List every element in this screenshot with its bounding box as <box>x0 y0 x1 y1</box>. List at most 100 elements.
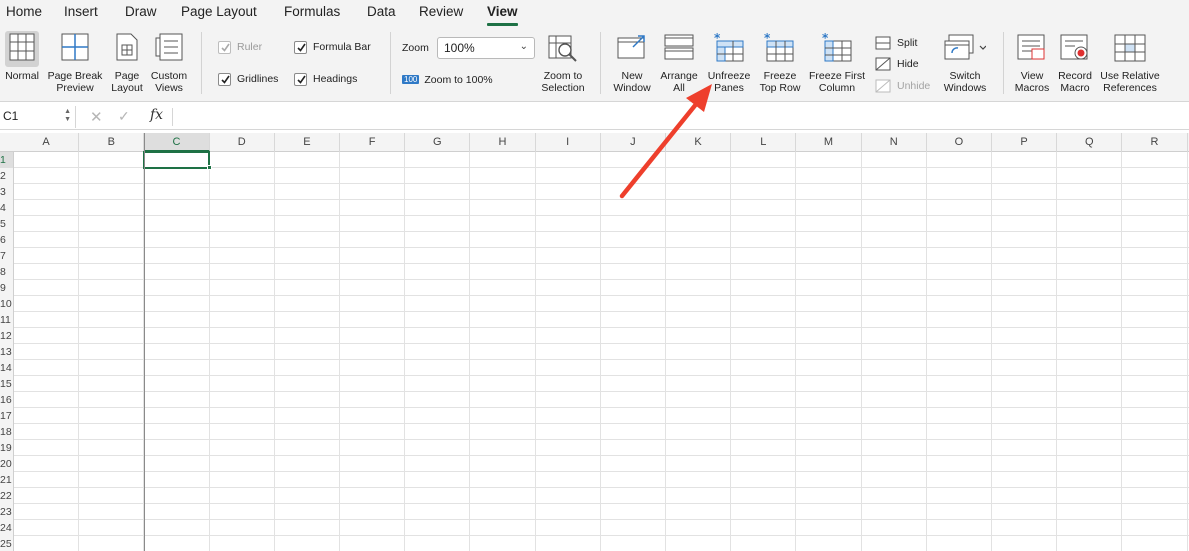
row-header-22[interactable]: 22 <box>0 488 14 504</box>
zoom-select[interactable]: 100% ⌄ <box>437 37 535 59</box>
normal-view-button[interactable]: Normal <box>2 26 42 98</box>
column-header-e[interactable]: E <box>275 133 340 152</box>
column-header-g[interactable]: G <box>405 133 471 152</box>
spreadsheet-grid[interactable]: ABCDEFGHIJKLMNOPQR 1 2 3 4 5 6 7 8 9 10 11 12 13 14 15… <box>0 133 1189 551</box>
ruler-checkbox[interactable]: Ruler <box>218 41 288 55</box>
row-header-13[interactable]: 13 <box>0 344 14 360</box>
column-header-p[interactable]: P <box>992 133 1058 152</box>
row-header-2[interactable]: 2 <box>0 168 14 184</box>
gridline <box>795 152 797 551</box>
custom-views-icon <box>155 33 183 61</box>
zoom-to-100-button[interactable]: 100 Zoom to 100% <box>402 74 493 86</box>
new-window-button[interactable]: New Window <box>608 26 656 98</box>
use-relative-references-button[interactable]: Use Relative References <box>1097 26 1163 98</box>
row-header-11[interactable]: 11 <box>0 312 14 328</box>
row-header-15[interactable]: 15 <box>0 376 14 392</box>
name-box-stepper-icon[interactable]: ▲ ▼ <box>64 108 71 124</box>
normal-label: Normal <box>5 70 39 82</box>
row-header-18[interactable]: 18 <box>0 424 14 440</box>
unhide-button[interactable]: Unhide <box>875 79 935 95</box>
row-header-8[interactable]: 8 <box>0 264 14 280</box>
tab-data[interactable]: Data <box>367 4 396 19</box>
row-header-6[interactable]: 6 <box>0 232 14 248</box>
gridline <box>1056 152 1058 551</box>
column-header-a[interactable]: A <box>14 133 80 152</box>
hide-label: Hide <box>897 58 919 70</box>
tab-view[interactable]: View <box>487 4 518 19</box>
tab-page-layout[interactable]: Page Layout <box>181 4 257 19</box>
formula-input[interactable] <box>178 107 1183 127</box>
row-header-1[interactable]: 1 <box>0 152 14 168</box>
gridlines-checkbox[interactable]: Gridlines <box>218 73 288 87</box>
freeze-top-row-button[interactable]: * Freeze Top Row <box>755 26 805 98</box>
insert-function-icon[interactable]: fx <box>150 107 163 123</box>
column-header-r[interactable]: R <box>1122 133 1188 152</box>
page-break-preview-button[interactable]: Page Break Preview <box>45 26 105 98</box>
row-header-10[interactable]: 10 <box>0 296 14 312</box>
split-icon <box>875 36 891 50</box>
page-layout-icon <box>116 33 138 61</box>
row-header-20[interactable]: 20 <box>0 456 14 472</box>
column-header-h[interactable]: H <box>470 133 536 152</box>
column-header-f[interactable]: F <box>340 133 406 152</box>
zoom-100-icon: 100 <box>402 75 420 84</box>
custom-views-button[interactable]: Custom Views <box>148 26 190 98</box>
name-box[interactable]: C1 ▲ ▼ <box>0 106 76 128</box>
record-macro-button[interactable]: Record Macro <box>1054 26 1096 98</box>
page-layout-button[interactable]: Page Layout <box>108 26 146 98</box>
gridline <box>665 152 666 551</box>
gridline <box>1121 152 1123 551</box>
row-header-14[interactable]: 14 <box>0 360 14 376</box>
column-header-o[interactable]: O <box>927 133 992 152</box>
row-header-9[interactable]: 9 <box>0 280 14 296</box>
column-header-n[interactable]: N <box>862 133 927 152</box>
row-header-5[interactable]: 5 <box>0 216 14 232</box>
row-header-16[interactable]: 16 <box>0 392 14 408</box>
column-header-d[interactable]: D <box>210 133 275 152</box>
zoom-to-selection-button[interactable]: Zoom to Selection <box>537 26 589 98</box>
view-macros-button[interactable]: View Macros <box>1011 26 1053 98</box>
formula-bar-checkbox[interactable]: Formula Bar <box>294 41 384 55</box>
enter-icon[interactable]: ✓ <box>118 108 130 125</box>
checkmark-icon <box>297 75 306 84</box>
tab-home[interactable]: Home <box>6 4 42 19</box>
separator <box>201 32 202 94</box>
arrange-all-button[interactable]: Arrange All <box>656 26 702 98</box>
split-button[interactable]: Split <box>875 36 935 52</box>
tab-insert[interactable]: Insert <box>64 4 98 19</box>
column-header-c[interactable]: C <box>144 133 210 152</box>
row-header-12[interactable]: 12 <box>0 328 14 344</box>
gridline <box>14 375 1189 376</box>
row-header-19[interactable]: 19 <box>0 440 14 456</box>
row-header-4[interactable]: 4 <box>0 200 14 216</box>
column-header-b[interactable]: B <box>79 133 145 152</box>
column-header-m[interactable]: M <box>796 133 862 152</box>
headings-checkbox[interactable]: Headings <box>294 73 374 87</box>
row-header-3[interactable]: 3 <box>0 184 14 200</box>
row-header-17[interactable]: 17 <box>0 408 14 424</box>
selected-cell[interactable] <box>143 151 210 169</box>
zoom-to-selection-label: Zoom to Selection <box>541 70 585 94</box>
column-header-q[interactable]: Q <box>1057 133 1123 152</box>
checkmark-icon <box>297 43 306 52</box>
switch-windows-button[interactable]: Switch Windows <box>938 26 992 98</box>
cancel-icon[interactable]: ✕ <box>90 108 103 126</box>
row-header-24[interactable]: 24 <box>0 520 14 536</box>
row-header-25[interactable]: 25 <box>0 536 14 551</box>
row-header-23[interactable]: 23 <box>0 504 14 520</box>
row-header-7[interactable]: 7 <box>0 248 14 264</box>
tab-formulas[interactable]: Formulas <box>284 4 340 19</box>
tab-draw[interactable]: Draw <box>125 4 157 19</box>
row-header-21[interactable]: 21 <box>0 472 14 488</box>
unfreeze-panes-button[interactable]: * Unfreeze Panes <box>703 26 755 98</box>
column-header-i[interactable]: I <box>536 133 601 152</box>
zoom-to-100-label: Zoom to 100% <box>424 74 493 86</box>
hide-button[interactable]: Hide <box>875 57 935 73</box>
gridline <box>469 152 471 551</box>
column-header-j[interactable]: J <box>601 133 666 152</box>
tab-review[interactable]: Review <box>419 4 463 19</box>
fill-handle[interactable] <box>206 165 212 170</box>
freeze-first-column-button[interactable]: * Freeze First Column <box>806 26 868 98</box>
column-header-l[interactable]: L <box>731 133 797 152</box>
column-header-k[interactable]: K <box>666 133 732 152</box>
